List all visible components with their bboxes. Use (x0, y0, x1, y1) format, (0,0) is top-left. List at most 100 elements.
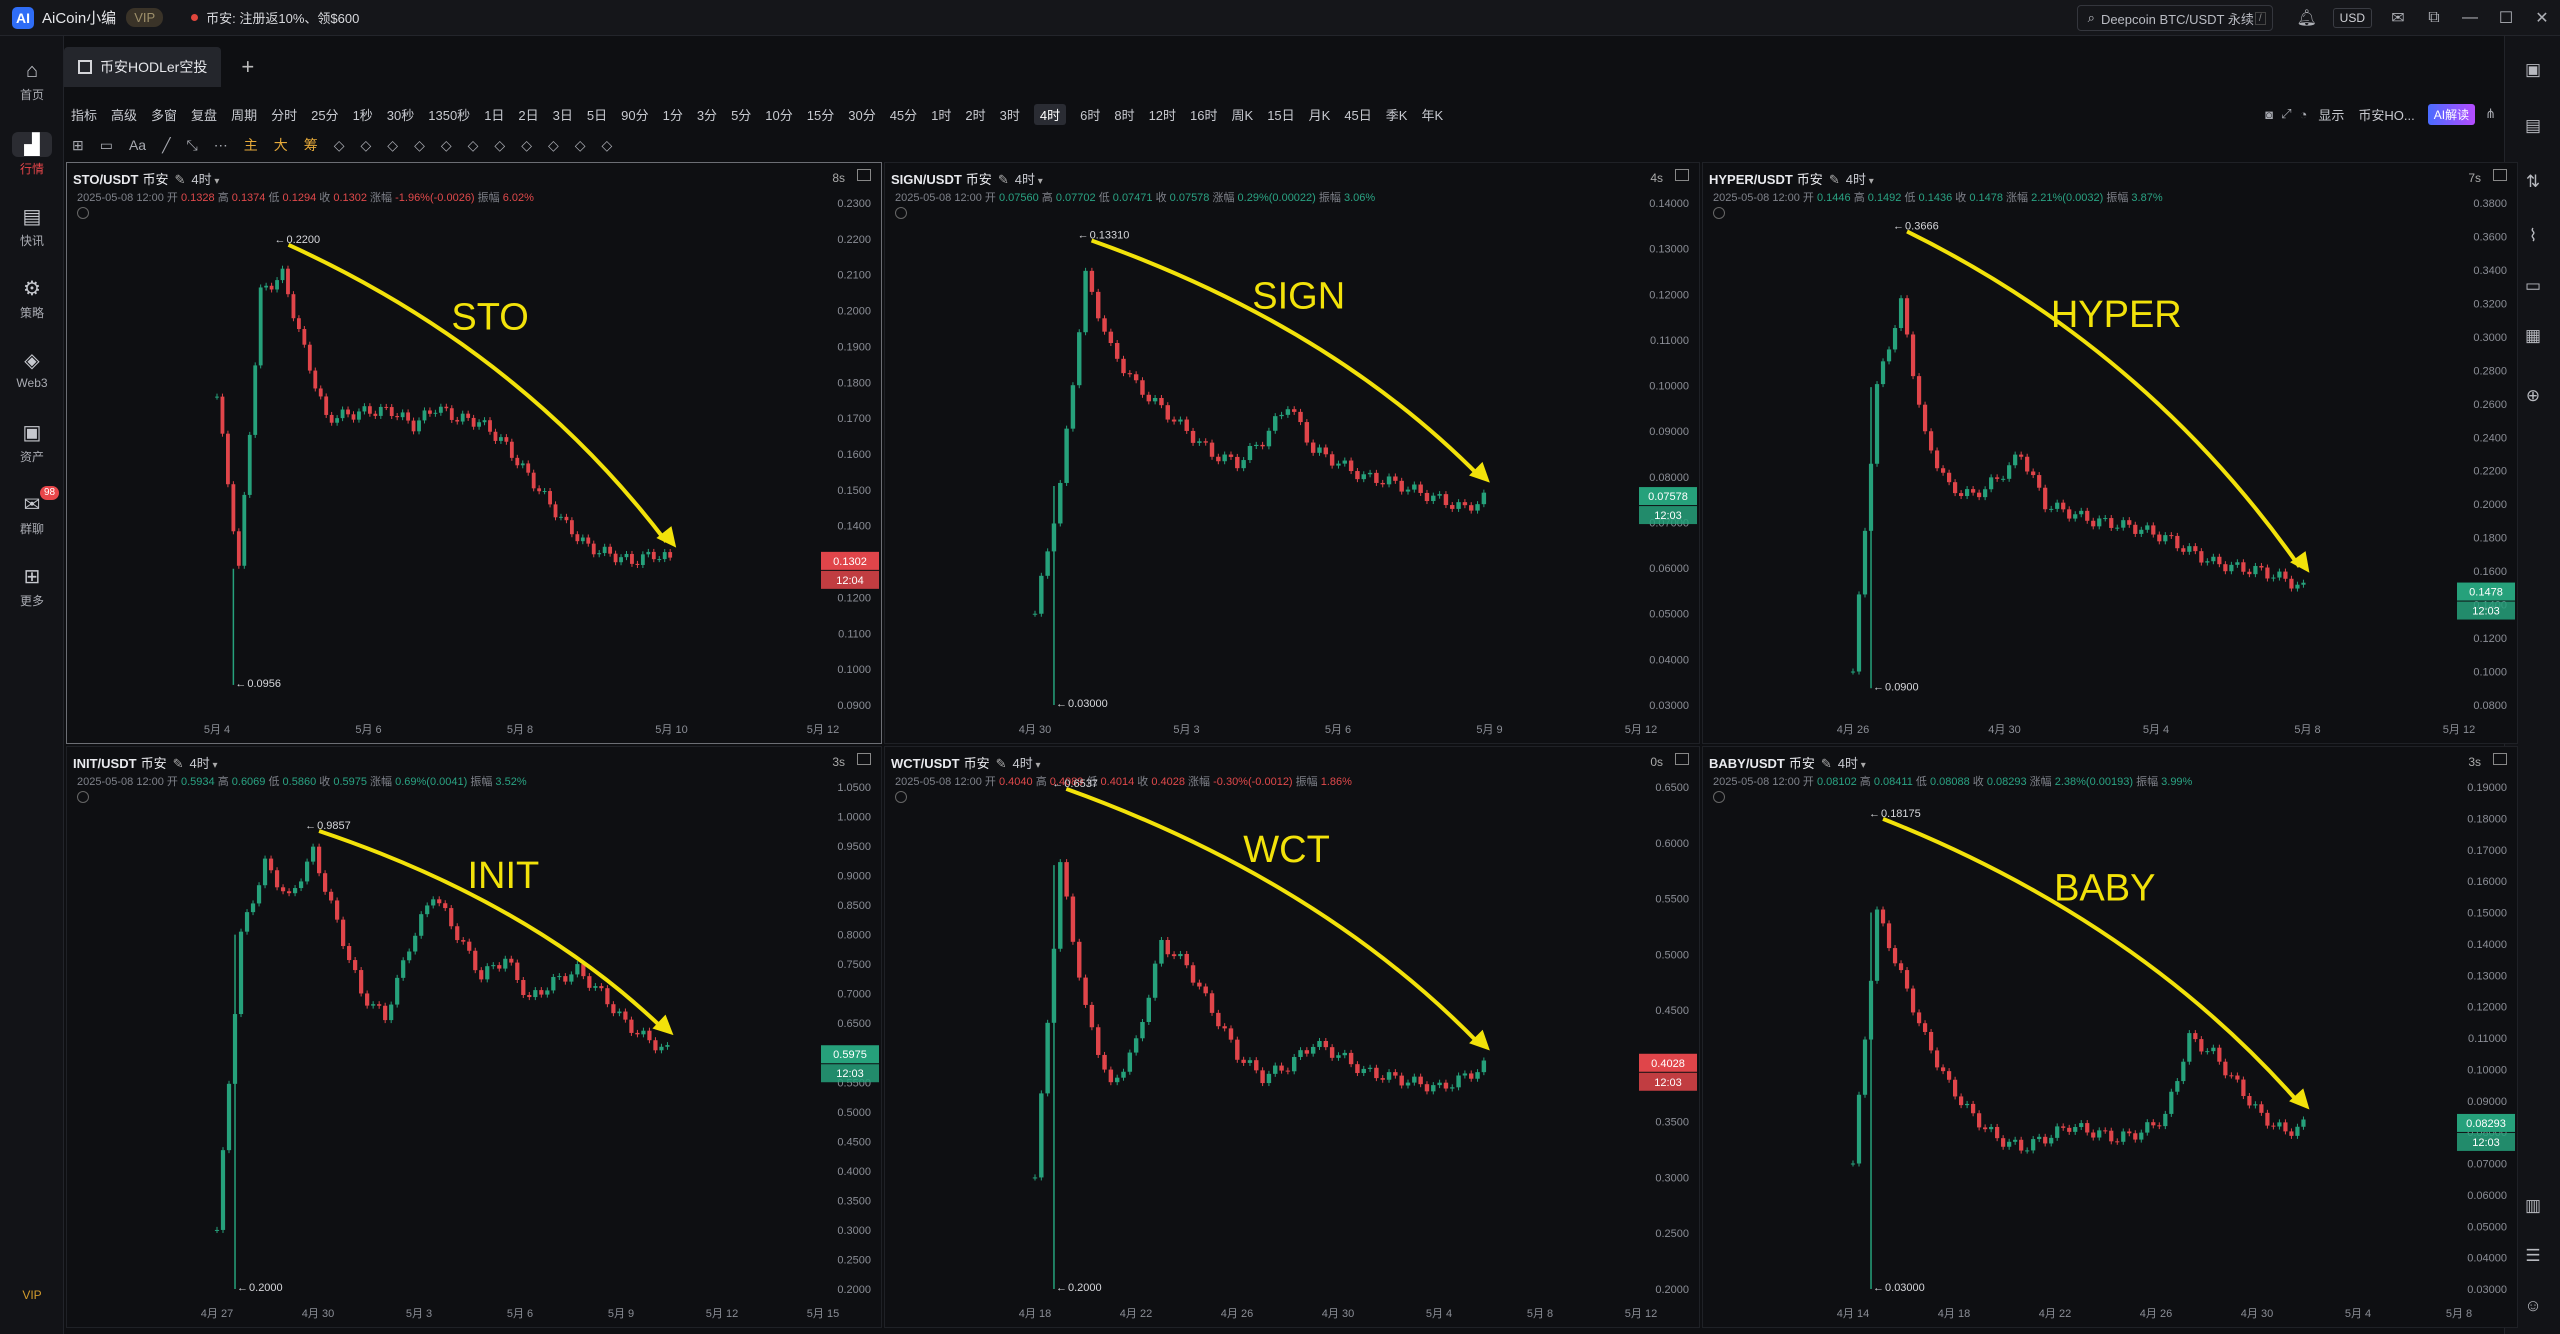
pen-icon[interactable]: ◇ (414, 137, 425, 154)
price-chart[interactable]: 0.3800 0.3600 0.3400 0.3200 0.3000 0.2800 0.26… (1703, 163, 2518, 744)
timeframe-26[interactable]: 6时 (1080, 105, 1100, 124)
collapse-icon[interactable]: ▣ (2505, 60, 2560, 80)
ai-analysis-button[interactable]: AI解读 (2427, 103, 2476, 125)
camera-icon[interactable]: ◙ (2265, 107, 2273, 122)
timeframe-16[interactable]: 3分 (697, 105, 717, 124)
eye-icon[interactable]: ◇ (548, 137, 559, 154)
link-icon[interactable]: ◇ (468, 137, 479, 154)
crosshair-icon[interactable]: ⊞ (72, 137, 84, 154)
vip-badge[interactable]: VIP (126, 8, 164, 27)
price-chart[interactable]: 0.2300 0.2200 0.2100 0.2000 0.1900 0.1800 0.17… (67, 163, 882, 744)
popout-icon[interactable]: ⧉ (2416, 9, 2452, 27)
close-icon[interactable]: ✕ (2524, 8, 2560, 28)
timeframe-14[interactable]: 90分 (621, 105, 648, 124)
timeframe-29[interactable]: 16时 (1190, 105, 1217, 124)
rect-icon[interactable]: ▭ (100, 137, 113, 154)
timeframe-1[interactable]: 高级 (111, 105, 137, 124)
timeframe-2[interactable]: 多窗 (151, 105, 177, 124)
minimize-icon[interactable]: — (2452, 9, 2488, 27)
chart-panel-init[interactable]: INIT/USDT 币安 ✎ 4时 ▾ 3s 2025-05-08 12:00 开 0.5… (66, 746, 882, 1328)
share-icon[interactable]: ⋔ (2485, 106, 2496, 122)
indicator-toggle-0[interactable]: 主 (244, 135, 258, 155)
fullscreen-icon[interactable]: ⤢ (2281, 106, 2291, 122)
timeframe-8[interactable]: 30秒 (387, 105, 414, 124)
lock-icon[interactable]: ◇ (494, 137, 505, 154)
timeframe-11[interactable]: 2日 (518, 105, 538, 124)
sidebar-item-wallet[interactable]: ▣ 资产 (0, 420, 64, 465)
price-chart[interactable]: 0.65000.60000.55000.50000.45000.40000.35… (885, 747, 1700, 1328)
indicator-toggle-2[interactable]: 筹 (304, 135, 318, 155)
price-chart[interactable]: 1.0500 1.0000 0.9500 0.9000 0.8500 0.8000 0.75… (67, 747, 882, 1328)
line-icon[interactable]: ╱ (162, 137, 170, 154)
chart-panel-baby[interactable]: BABY/USDT 币安 ✎ 4时 ▾ 3s 2025-05-08 12:00 开 0.0… (1702, 746, 2518, 1328)
price-chart[interactable]: 0.14000 0.13000 0.12000 0.11000 0.10000 0.090… (885, 163, 1700, 744)
timeframe-22[interactable]: 1时 (931, 105, 951, 124)
timeframe-24[interactable]: 3时 (1000, 105, 1020, 124)
currency-select[interactable]: USD (2332, 8, 2372, 28)
sidebar-item-chat[interactable]: ✉ 群聊 98 (0, 486, 64, 537)
display-button[interactable]: 显示 (2318, 105, 2344, 124)
exchange-select[interactable]: 币安HO... (2358, 105, 2414, 124)
candle-body (433, 412, 438, 414)
timeframe-6[interactable]: 25分 (311, 105, 338, 124)
timeframe-18[interactable]: 10分 (765, 105, 792, 124)
timeframe-17[interactable]: 5分 (731, 105, 751, 124)
timeframe-20[interactable]: 30分 (848, 105, 875, 124)
more-tools-icon[interactable]: ⋯ (214, 137, 228, 154)
timeframe-7[interactable]: 1秒 (353, 105, 373, 124)
indicator-toggle-1[interactable]: 大 (274, 135, 288, 155)
chart-panel-wct[interactable]: WCT/USDT 币安 ✎ 4时 ▾ 0s 2025-05-08 12:00 开 0.40… (884, 746, 1700, 1328)
price-chart[interactable]: 0.19000 0.18000 0.17000 0.16000 0.15000 0.140… (1703, 747, 2518, 1328)
timeframe-13[interactable]: 5日 (587, 105, 607, 124)
chart-panel-sto[interactable]: STO/USDT 币安 ✎ 4时 ▾ 8s 2025-05-08 12:00 开 0.13… (66, 162, 882, 744)
timeframe-0[interactable]: 指标 (71, 105, 97, 124)
notification-icon[interactable]: 🔔︎ (2289, 8, 2325, 28)
maximize-icon[interactable]: ☐ (2488, 8, 2524, 28)
trash-icon[interactable]: ◇ (602, 137, 613, 154)
timeframe-12[interactable]: 3日 (553, 105, 573, 124)
add-tab-button[interactable]: + (241, 54, 254, 80)
camera-small-icon[interactable]: ◇ (521, 137, 532, 154)
copy-icon[interactable]: ◇ (387, 137, 398, 154)
timeframe-31[interactable]: 15日 (1267, 105, 1294, 124)
ray-icon[interactable]: ⤡ (187, 137, 198, 154)
timeframe-10[interactable]: 1日 (484, 105, 504, 124)
alert-icon[interactable]: ◔ (2300, 107, 2308, 122)
text-icon[interactable]: Aa (129, 137, 146, 153)
mail-icon[interactable]: ✉ (2380, 8, 2416, 28)
timeframe-4[interactable]: 周期 (231, 105, 257, 124)
brush-icon[interactable]: ◇ (334, 137, 345, 154)
sidebar-item-home[interactable]: ⌂ 首页 (0, 60, 64, 103)
sidebar-item-robot[interactable]: ⚙ 策略 (0, 276, 64, 321)
timeframe-3[interactable]: 复盘 (191, 105, 217, 124)
timeframe-35[interactable]: 年K (1421, 105, 1443, 124)
orderbook-icon[interactable]: ▤ (2505, 116, 2560, 136)
chart-panel-sign[interactable]: SIGN/USDT 币安 ✎ 4时 ▾ 4s 2025-05-08 12:00 开 0.0… (884, 162, 1700, 744)
tab-hodler-airdrop[interactable]: 币安HODLer空投 (64, 47, 222, 87)
timeframe-33[interactable]: 45日 (1344, 105, 1371, 124)
timeframe-34[interactable]: 季K (1386, 105, 1408, 124)
promo-banner[interactable]: 币安: 注册返10%、领$600 (191, 8, 359, 27)
timeframe-28[interactable]: 12时 (1149, 105, 1176, 124)
measure-icon[interactable]: ◇ (361, 137, 372, 154)
sidebar-item-more[interactable]: ⊞ 更多 (0, 564, 64, 609)
timeframe-27[interactable]: 8时 (1114, 105, 1134, 124)
sidebar-item-vip[interactable]: VIP (0, 1288, 64, 1302)
search-input[interactable]: ⌕ Deepcoin BTC/USDT 永续 / (2076, 5, 2273, 31)
filter-icon[interactable]: ◇ (575, 137, 586, 154)
timeframe-15[interactable]: 1分 (663, 105, 683, 124)
timeframe-21[interactable]: 45分 (890, 105, 917, 124)
magnet-icon[interactable]: ◇ (441, 137, 452, 154)
candle-body (1329, 1047, 1335, 1058)
timeframe-9[interactable]: 1350秒 (428, 105, 470, 124)
timeframe-23[interactable]: 2时 (965, 105, 985, 124)
timeframe-25[interactable]: 4时 (1033, 103, 1067, 125)
timeframe-32[interactable]: 月K (1309, 105, 1331, 124)
timeframe-30[interactable]: 周K (1232, 105, 1254, 124)
timeframe-19[interactable]: 15分 (807, 105, 834, 124)
chart-panel-hyper[interactable]: HYPER/USDT 币安 ✎ 4时 ▾ 7s 2025-05-08 12:00 开 0.… (1702, 162, 2518, 744)
timeframe-5[interactable]: 分时 (271, 105, 297, 124)
sidebar-item-news[interactable]: ▤ 快讯 (0, 204, 64, 249)
sidebar-item-web3[interactable]: ◈ Web3 (0, 348, 64, 390)
sidebar-item-market[interactable]: ▟ 行情 (0, 132, 64, 177)
